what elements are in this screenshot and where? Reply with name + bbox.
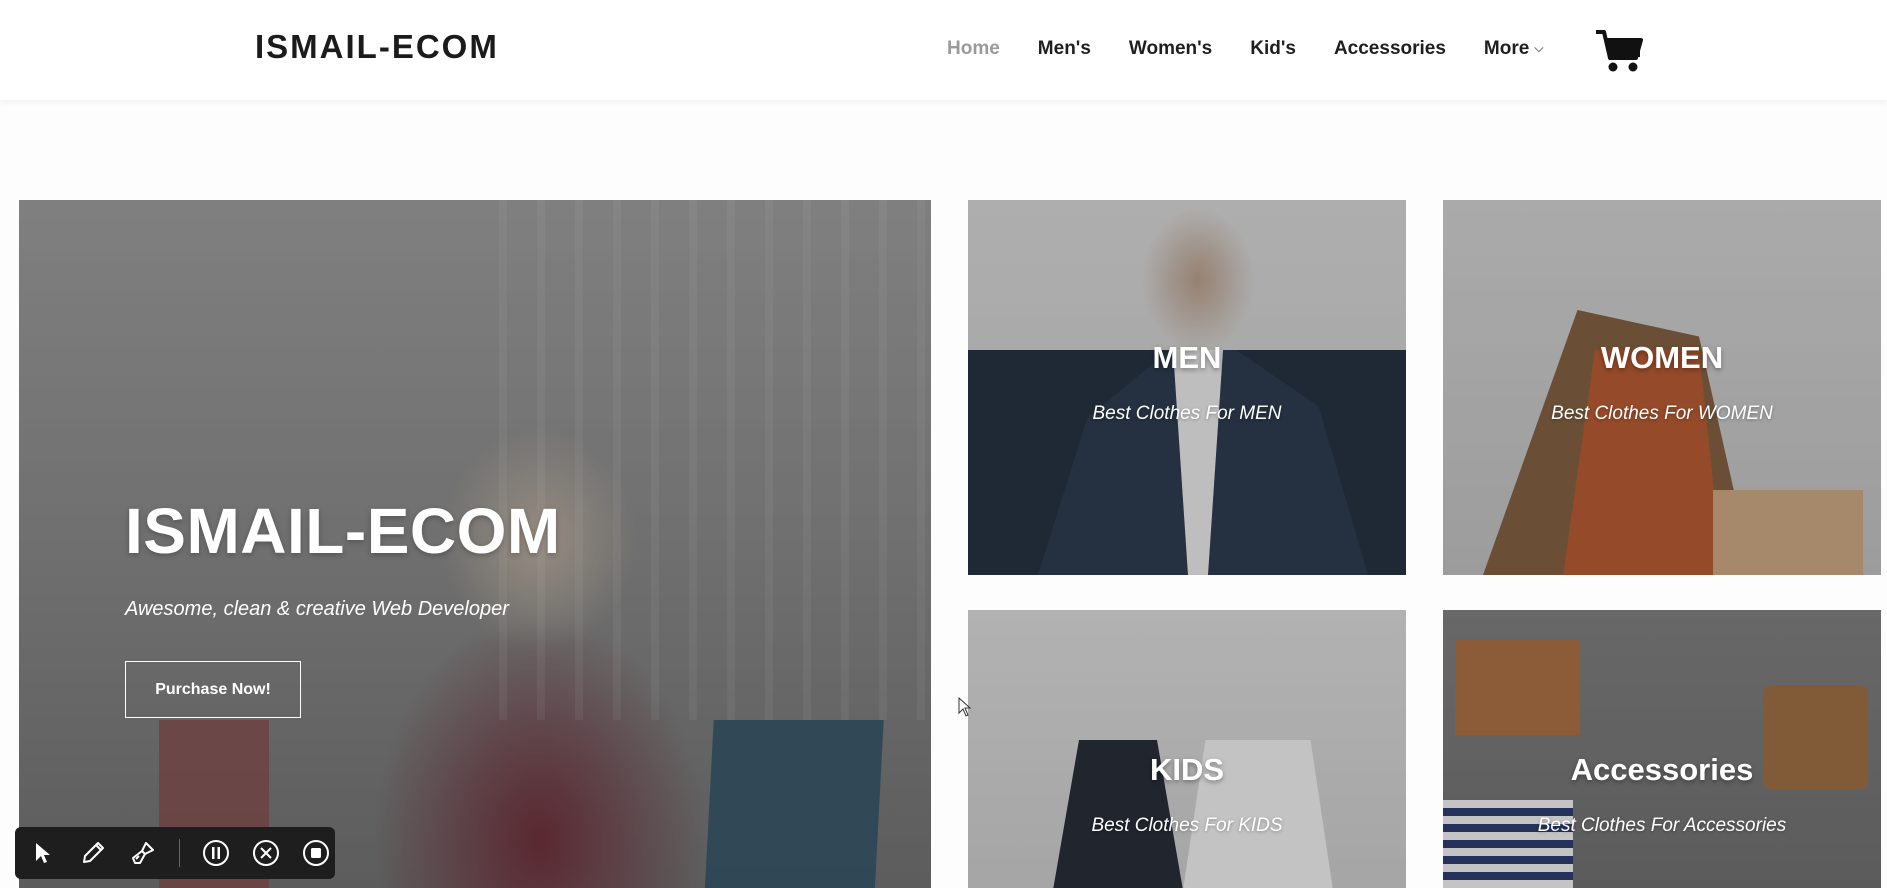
category-subtitle: Best Clothes For Accessories	[1537, 815, 1787, 836]
hero-title: ISMAIL-ECOM	[125, 495, 561, 567]
pause-icon[interactable]	[202, 839, 230, 867]
main-nav: Home Men's Women's Kid's Accessories Mor…	[947, 38, 1543, 60]
site-header: ISMAIL-ECOM Home Men's Women's Kid's Acc…	[0, 0, 1887, 100]
category-title: MEN	[1152, 340, 1222, 375]
category-tile-accessories[interactable]: Accessories Best Clothes For Accessories	[1443, 610, 1881, 888]
nav-item-more[interactable]: More ⌵	[1484, 38, 1544, 60]
category-title: Accessories	[1570, 752, 1754, 787]
close-icon[interactable]	[252, 839, 280, 867]
stop-icon[interactable]	[302, 839, 330, 867]
mouse-cursor-icon	[958, 696, 972, 717]
tile-overlay	[1443, 200, 1881, 575]
category-subtitle: Best Clothes For KIDS	[1091, 815, 1283, 836]
category-title: WOMEN	[1600, 340, 1724, 375]
nav-item-kids[interactable]: Kid's	[1250, 38, 1296, 60]
category-title: KIDS	[1149, 752, 1225, 787]
shopping-cart-icon[interactable]	[1594, 28, 1644, 74]
brand-logo[interactable]: ISMAIL-ECOM	[255, 28, 499, 66]
category-tile-men[interactable]: MEN Best Clothes For MEN	[968, 200, 1406, 575]
pencil-icon[interactable]	[79, 839, 107, 867]
recording-toolbar	[15, 827, 335, 879]
pointer-icon[interactable]	[29, 839, 57, 867]
nav-item-accessories[interactable]: Accessories	[1334, 38, 1446, 60]
tile-overlay	[1443, 610, 1881, 888]
toolbar-divider	[179, 839, 180, 867]
chevron-down-icon: ⌵	[1534, 41, 1544, 55]
category-tile-kids[interactable]: KIDS Best Clothes For KIDS	[968, 610, 1406, 888]
page: ISMAIL-ECOM Home Men's Women's Kid's Acc…	[0, 0, 1887, 888]
tile-overlay	[968, 610, 1406, 888]
nav-item-home[interactable]: Home	[947, 38, 1000, 60]
nav-more-label: More	[1483, 38, 1530, 59]
tile-overlay	[968, 200, 1406, 575]
purchase-now-button[interactable]: Purchase Now!	[125, 661, 301, 718]
category-subtitle: Best Clothes For MEN	[1092, 403, 1282, 424]
category-subtitle: Best Clothes For WOMEN	[1551, 403, 1773, 424]
hero-subtitle: Awesome, clean & creative Web Developer	[125, 598, 509, 620]
category-tile-women[interactable]: WOMEN Best Clothes For WOMEN	[1443, 200, 1881, 575]
brush-icon[interactable]	[129, 839, 157, 867]
nav-item-mens[interactable]: Men's	[1038, 38, 1091, 60]
nav-item-womens[interactable]: Women's	[1129, 38, 1212, 60]
hero-banner: ISMAIL-ECOM Awesome, clean & creative We…	[19, 200, 931, 888]
